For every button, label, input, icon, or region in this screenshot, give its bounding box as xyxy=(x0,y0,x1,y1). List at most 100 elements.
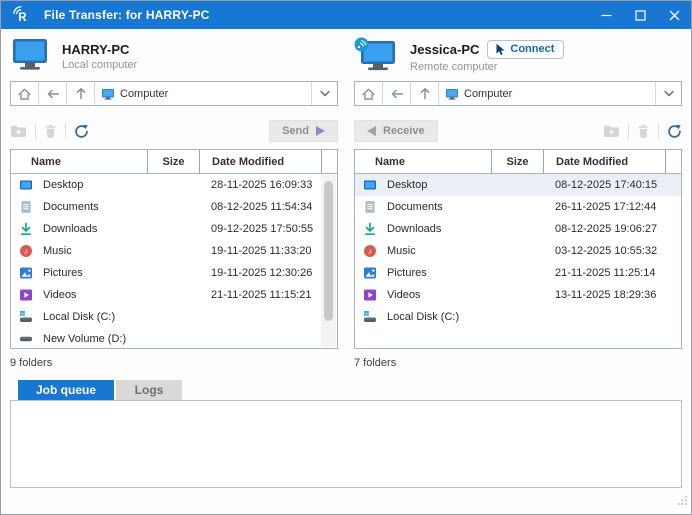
local-disk-icon xyxy=(20,311,32,322)
videos-icon xyxy=(20,289,32,301)
file-row-documents[interactable]: Documents 08-12-2025 11:54:34 xyxy=(11,196,337,218)
connect-label: Connect xyxy=(510,43,555,55)
remote-home-button[interactable] xyxy=(355,82,383,105)
remote-new-folder-button[interactable] xyxy=(603,124,620,138)
file-row-downloads[interactable]: Downloads 08-12-2025 19:06:27 xyxy=(355,218,681,240)
arrow-left-icon xyxy=(391,89,403,98)
local-file-list: Name Size Date Modified Desktop 28-11-20… xyxy=(10,149,338,349)
file-row-new-volume-d[interactable]: New Volume (D:) xyxy=(11,328,337,348)
local-toolbar: Send xyxy=(10,118,338,144)
music-icon: ♪ xyxy=(20,245,32,257)
file-row-desktop[interactable]: Desktop 28-11-2025 16:09:33 xyxy=(11,174,337,196)
remote-computer-type: Remote computer xyxy=(410,60,498,73)
computer-icon xyxy=(102,88,114,100)
local-up-button[interactable] xyxy=(67,82,95,105)
new-folder-icon xyxy=(11,125,26,137)
computer-icon xyxy=(446,88,458,100)
column-header-spacer xyxy=(321,150,337,173)
column-header-size[interactable]: Size xyxy=(491,150,543,173)
file-row-downloads[interactable]: Downloads 09-12-2025 17:50:55 xyxy=(11,218,337,240)
desktop-icon xyxy=(20,180,32,190)
desktop-icon xyxy=(364,180,376,190)
file-row-desktop-selected[interactable]: Desktop 08-12-2025 17:40:15 xyxy=(355,174,681,196)
receive-button[interactable]: Receive xyxy=(354,120,438,142)
remote-path-expand-button[interactable] xyxy=(655,82,681,105)
local-navbar: Computer xyxy=(10,81,338,106)
remote-refresh-button[interactable] xyxy=(667,124,682,139)
column-header-date-modified[interactable]: Date Modified xyxy=(543,150,665,173)
file-row-music[interactable]: ♪ Music 19-11-2025 11:33:20 xyxy=(11,240,337,262)
documents-icon xyxy=(365,201,375,213)
remote-computer-name: Jessica-PC xyxy=(410,41,480,57)
column-header-name[interactable]: Name xyxy=(355,150,491,173)
refresh-icon xyxy=(668,124,681,138)
local-list-header: Name Size Date Modified xyxy=(11,150,337,174)
music-icon: ♪ xyxy=(364,245,376,257)
file-row-videos[interactable]: Videos 21-11-2025 11:15:21 xyxy=(11,284,337,306)
remote-list-header: Name Size Date Modified xyxy=(355,150,681,174)
arrow-up-icon xyxy=(420,88,429,100)
connect-button[interactable]: Connect xyxy=(487,39,565,59)
bottom-tabs: Job queue Logs xyxy=(10,380,682,400)
resize-grip[interactable] xyxy=(677,493,688,511)
remote-toolbar: Receive xyxy=(354,118,682,144)
maximize-button[interactable] xyxy=(623,1,657,29)
column-header-name[interactable]: Name xyxy=(11,150,147,173)
file-row-videos[interactable]: Videos 13-11-2025 18:29:36 xyxy=(355,284,681,306)
local-refresh-button[interactable] xyxy=(74,124,89,139)
local-delete-button[interactable] xyxy=(44,124,57,138)
local-path-expand-button[interactable] xyxy=(311,82,337,105)
send-arrow-icon xyxy=(316,126,325,136)
pictures-icon xyxy=(20,267,32,279)
remote-panel: Jessica-PC Connect Remote computer Compu… xyxy=(354,34,682,369)
local-home-button[interactable] xyxy=(11,82,39,105)
chevron-down-icon xyxy=(319,90,330,96)
arrow-up-icon xyxy=(76,88,85,100)
column-header-date-modified[interactable]: Date Modified xyxy=(199,150,321,173)
file-row-local-disk-c[interactable]: Local Disk (C:) xyxy=(11,306,337,328)
local-path-dropdown[interactable]: Computer xyxy=(95,82,311,105)
videos-icon xyxy=(364,289,376,301)
new-folder-icon xyxy=(604,125,619,137)
downloads-icon xyxy=(20,222,32,236)
remote-path-dropdown[interactable]: Computer xyxy=(439,82,655,105)
remote-file-list: Name Size Date Modified Desktop 08-12-20… xyxy=(354,149,682,349)
logo-letter: R xyxy=(18,12,27,24)
remote-back-button[interactable] xyxy=(383,82,411,105)
file-row-local-disk-c[interactable]: Local Disk (C:) xyxy=(355,306,681,328)
cursor-icon xyxy=(496,43,505,55)
local-back-button[interactable] xyxy=(39,82,67,105)
close-button[interactable] xyxy=(657,1,691,29)
window-title: File Transfer: for HARRY-PC xyxy=(44,8,210,22)
receive-label: Receive xyxy=(383,125,425,137)
local-folder-count: 9 folders xyxy=(10,357,53,369)
send-button[interactable]: Send xyxy=(269,120,338,142)
local-computer-header: HARRY-PC Local computer xyxy=(10,36,338,76)
minimize-button[interactable] xyxy=(589,1,623,29)
send-label: Send xyxy=(282,125,309,137)
scrollbar-thumb[interactable] xyxy=(324,181,333,321)
local-new-folder-button[interactable] xyxy=(10,124,27,138)
job-queue-panel xyxy=(10,400,682,488)
file-row-documents[interactable]: Documents 26-11-2025 17:12:44 xyxy=(355,196,681,218)
tab-logs[interactable]: Logs xyxy=(116,380,182,400)
column-header-size[interactable]: Size xyxy=(147,150,199,173)
toolbar-separator xyxy=(658,123,659,139)
local-disk-icon xyxy=(364,311,376,322)
window-controls xyxy=(589,1,691,29)
trash-icon xyxy=(638,124,649,138)
file-row-music[interactable]: ♪ Music 03-12-2025 10:55:32 xyxy=(355,240,681,262)
svg-text:♪: ♪ xyxy=(24,246,28,256)
arrow-left-icon xyxy=(47,89,59,98)
local-path-text: Computer xyxy=(120,87,169,100)
downloads-icon xyxy=(364,222,376,236)
remote-up-button[interactable] xyxy=(411,82,439,105)
tab-job-queue[interactable]: Job queue xyxy=(18,380,114,400)
file-row-pictures[interactable]: Pictures 21-11-2025 11:25:14 xyxy=(355,262,681,284)
remote-delete-button[interactable] xyxy=(637,124,650,138)
chevron-down-icon xyxy=(663,90,674,96)
file-row-pictures[interactable]: Pictures 19-11-2025 12:30:26 xyxy=(11,262,337,284)
disk-icon xyxy=(20,336,32,342)
receive-arrow-icon xyxy=(367,126,376,136)
local-computer-icon xyxy=(10,37,50,76)
